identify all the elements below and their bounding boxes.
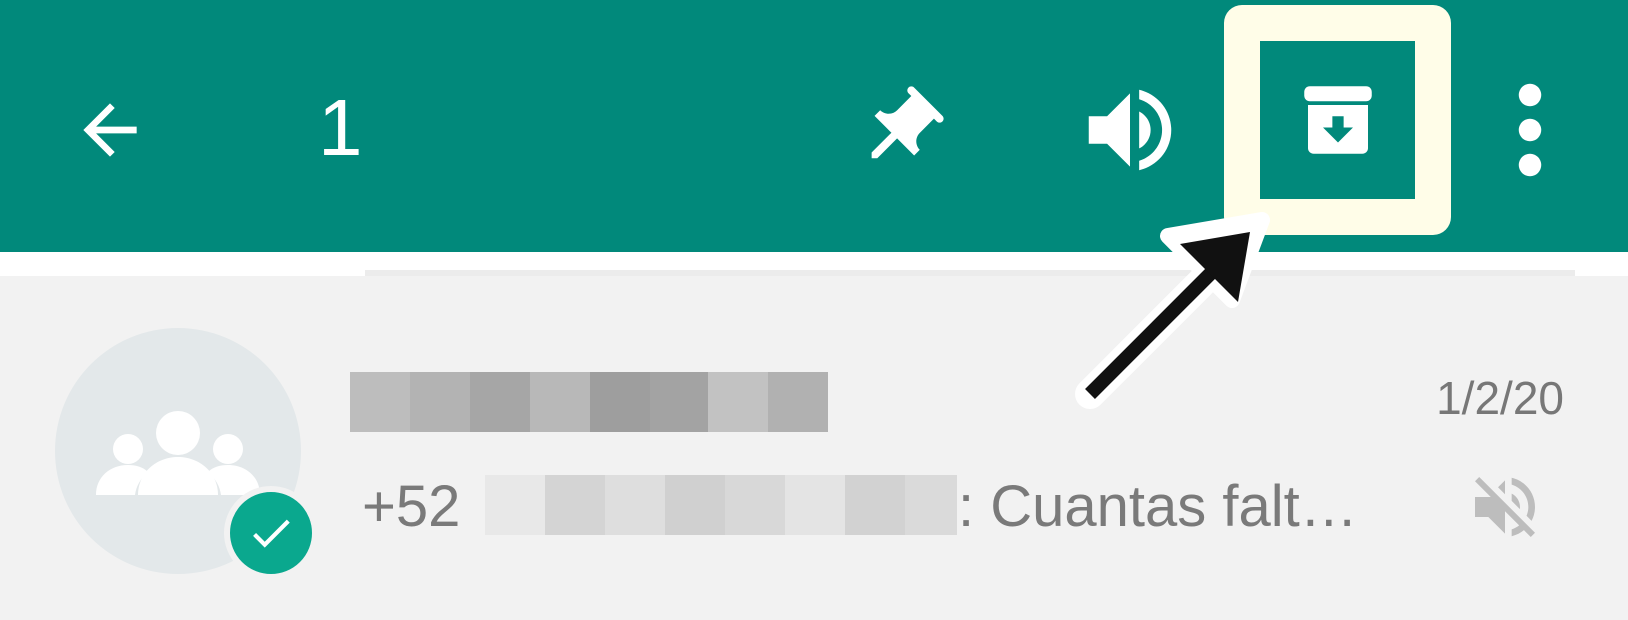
unmute-button[interactable] — [1065, 70, 1195, 190]
archive-button[interactable] — [1260, 40, 1415, 200]
check-icon — [253, 519, 290, 548]
pin-icon — [871, 86, 944, 159]
volume-off-icon — [1475, 477, 1535, 537]
list-divider — [365, 270, 1575, 276]
group-icon — [96, 411, 260, 495]
pin-button[interactable] — [840, 70, 960, 190]
last-message-preview: : Cuantas falt… — [958, 474, 1358, 539]
selected-badge — [224, 486, 318, 580]
back-button[interactable] — [50, 70, 170, 190]
volume-up-icon — [1088, 89, 1172, 171]
arrow-left-icon — [83, 103, 137, 157]
sender-number-redacted — [485, 475, 957, 535]
sender-number-prefix: +52 — [362, 474, 461, 539]
more-options-button[interactable] — [1490, 70, 1570, 190]
chat-name-redacted — [350, 372, 828, 432]
more-vertical-icon — [1518, 83, 1542, 177]
archive-icon — [1303, 86, 1372, 154]
muted-indicator — [1460, 462, 1550, 552]
selected-count: 1 — [318, 83, 363, 172]
chat-date: 1/2/20 — [1436, 372, 1564, 424]
